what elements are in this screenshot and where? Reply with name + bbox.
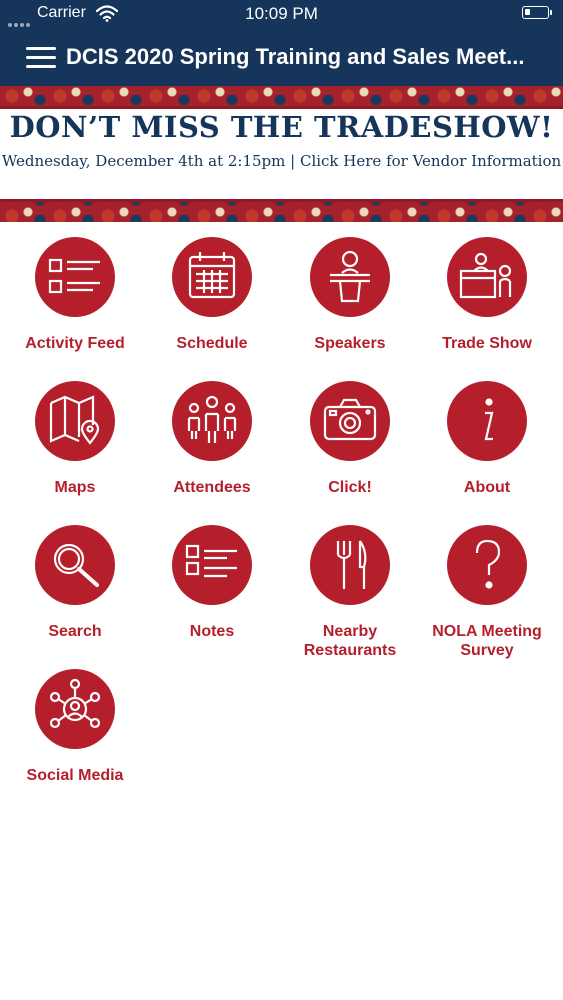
map-icon — [35, 381, 115, 461]
tile-label: Speakers — [314, 335, 386, 352]
tile-label: NOLA Meeting Survey — [432, 623, 542, 659]
tile-label: Search — [48, 623, 102, 640]
tile-label: Nearby Restaurants — [303, 623, 397, 659]
tile-label: Trade Show — [442, 335, 532, 352]
banner-subline: Wednesday, December 4th at 2:15pm | Clic… — [1, 152, 562, 170]
search-icon — [35, 525, 115, 605]
people-icon — [172, 381, 252, 461]
fork-knife-icon — [310, 525, 390, 605]
tile-label: Social Media — [26, 767, 124, 784]
calendar-icon — [172, 237, 252, 317]
tile-label: Notes — [189, 623, 235, 640]
tile-label: Maps — [54, 479, 96, 496]
tile-label: Attendees — [173, 479, 251, 496]
status-bar: Carrier 10:09 PM — [0, 0, 563, 30]
tradeshow-banner[interactable]: DON’T MISS THE TRADESHOW! Wednesday, Dec… — [0, 86, 563, 222]
tile-label: About — [463, 479, 511, 496]
notes-list-icon — [172, 525, 252, 605]
camera-icon — [310, 381, 390, 461]
clock: 10:09 PM — [245, 4, 318, 23]
tile-label: Schedule — [176, 335, 248, 352]
banner-headline: DON’T MISS THE TRADESHOW! — [9, 110, 554, 144]
page-title: DCIS 2020 Spring Training and Sales Meet… — [66, 44, 525, 69]
trade-show-booth-icon — [447, 237, 527, 317]
question-icon — [447, 525, 527, 605]
speaker-podium-icon — [310, 237, 390, 317]
social-network-icon — [35, 669, 115, 749]
battery-icon — [522, 6, 552, 19]
hamburger-menu-icon[interactable] — [26, 45, 58, 71]
activity-feed-icon — [35, 237, 115, 317]
tile-label: Click! — [328, 479, 372, 496]
tile-label: Activity Feed — [25, 335, 125, 352]
info-icon — [447, 381, 527, 461]
navigation-bar: DCIS 2020 Spring Training and Sales Meet… — [0, 30, 563, 86]
